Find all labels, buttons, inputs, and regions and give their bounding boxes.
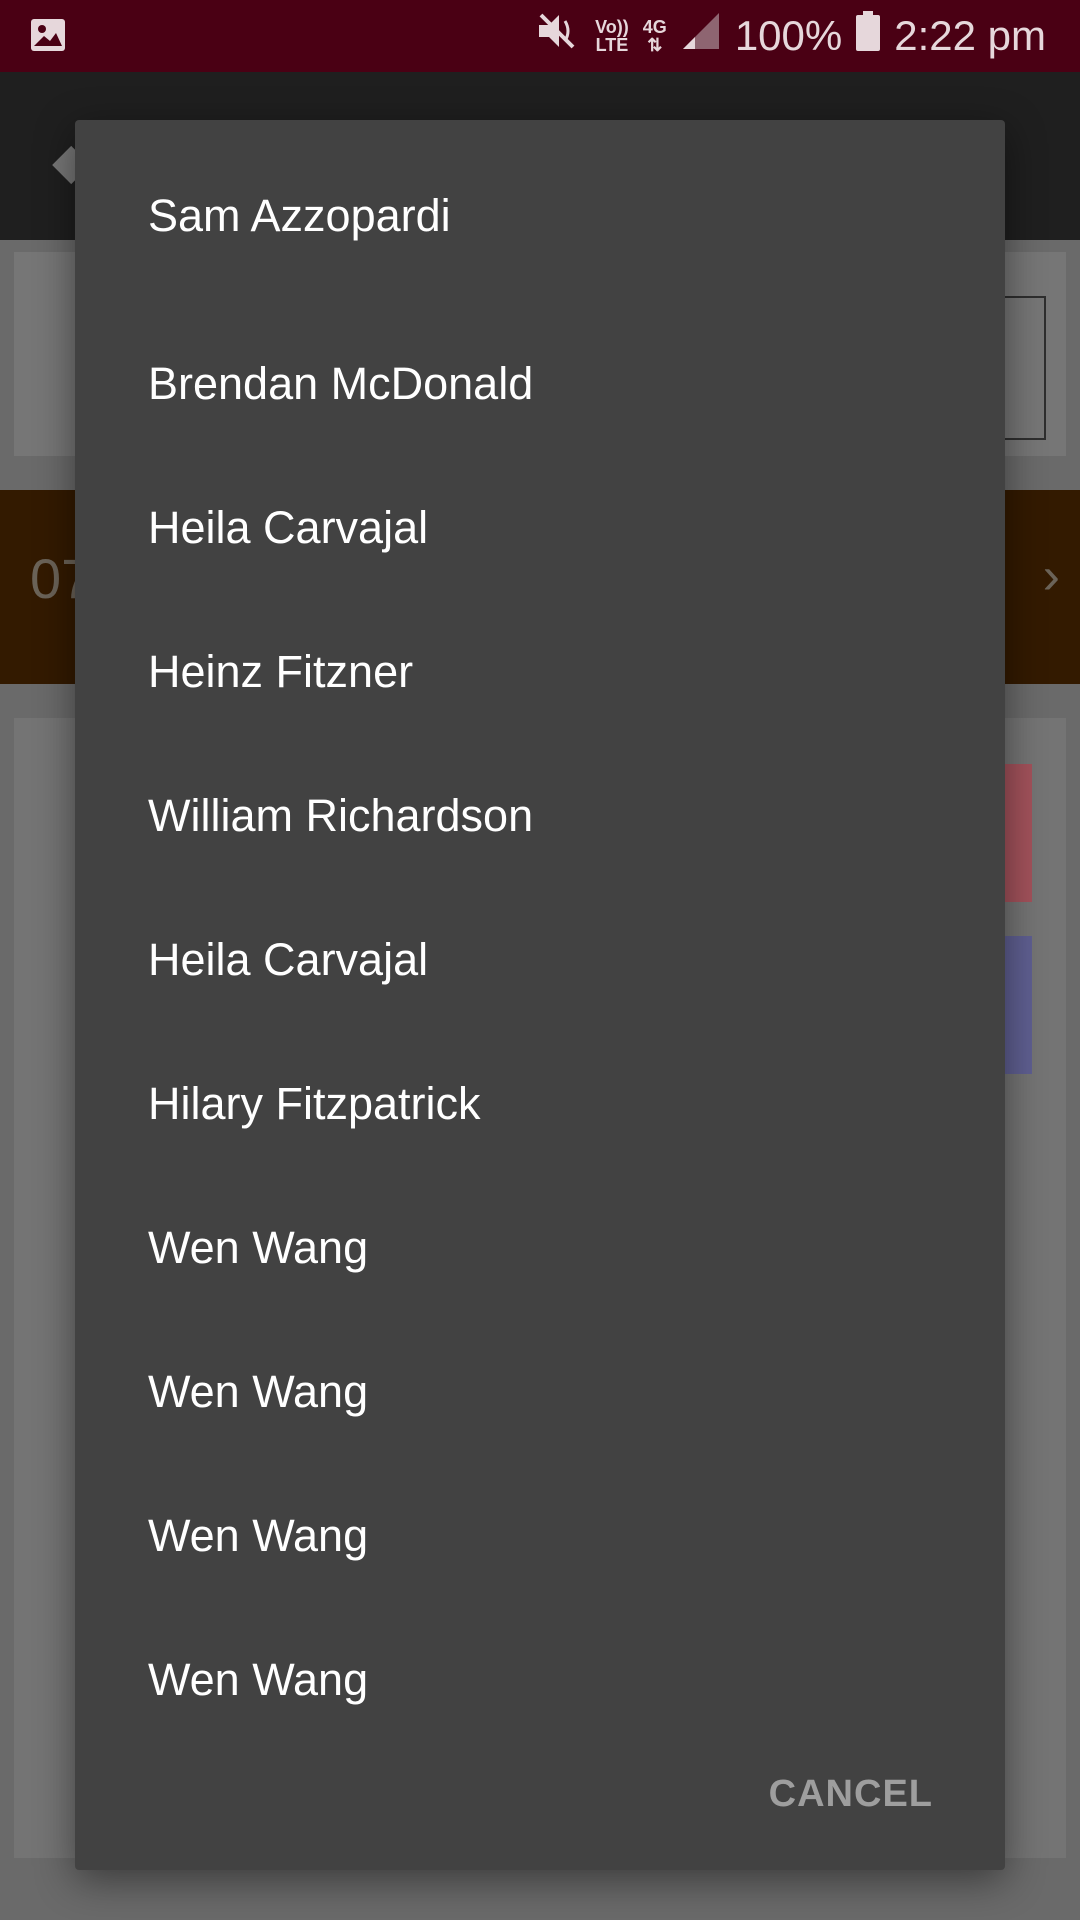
list-item[interactable]: Wen Wang [75,1464,1005,1608]
mute-icon [537,11,581,61]
list-item[interactable]: Wen Wang [75,1176,1005,1320]
list-item[interactable]: William Richardson [75,744,1005,888]
status-bar: Vo)) LTE 4G ⇅ 100% 2:22 pm [0,0,1080,72]
network-indicator: 4G ⇅ [643,18,667,54]
image-icon [30,18,66,57]
list-item[interactable]: Wen Wang [75,1608,1005,1752]
signal-icon [681,11,721,61]
volte-top-label: Vo)) [595,17,629,37]
volte-bottom-label: LTE [595,35,629,55]
battery-percent: 100% [734,12,843,59]
chevron-right-icon[interactable]: › [1043,546,1060,606]
list-item[interactable]: Heila Carvajal [75,888,1005,1032]
data-arrows-icon: ⇅ [647,35,663,55]
list-item[interactable]: Brendan McDonald [75,312,1005,456]
network-label: 4G [642,17,667,37]
list-item[interactable]: Heila Carvajal [75,456,1005,600]
list-item[interactable]: Heinz Fitzner [75,600,1005,744]
battery-icon [856,11,881,61]
list-item[interactable]: Wen Wang [75,1320,1005,1464]
cancel-button[interactable]: CANCEL [769,1773,933,1816]
list-item[interactable]: Sam Azzopardi [75,120,1005,312]
list-item[interactable]: Hilary Fitzpatrick [75,1032,1005,1176]
clock: 2:22 pm [894,12,1046,59]
select-person-dialog: Sam Azzopardi Brendan McDonald Heila Carva… [75,120,1005,1870]
person-list: Sam Azzopardi Brendan McDonald Heila Carva… [75,120,1005,1752]
volte-indicator: Vo)) LTE [595,18,629,54]
